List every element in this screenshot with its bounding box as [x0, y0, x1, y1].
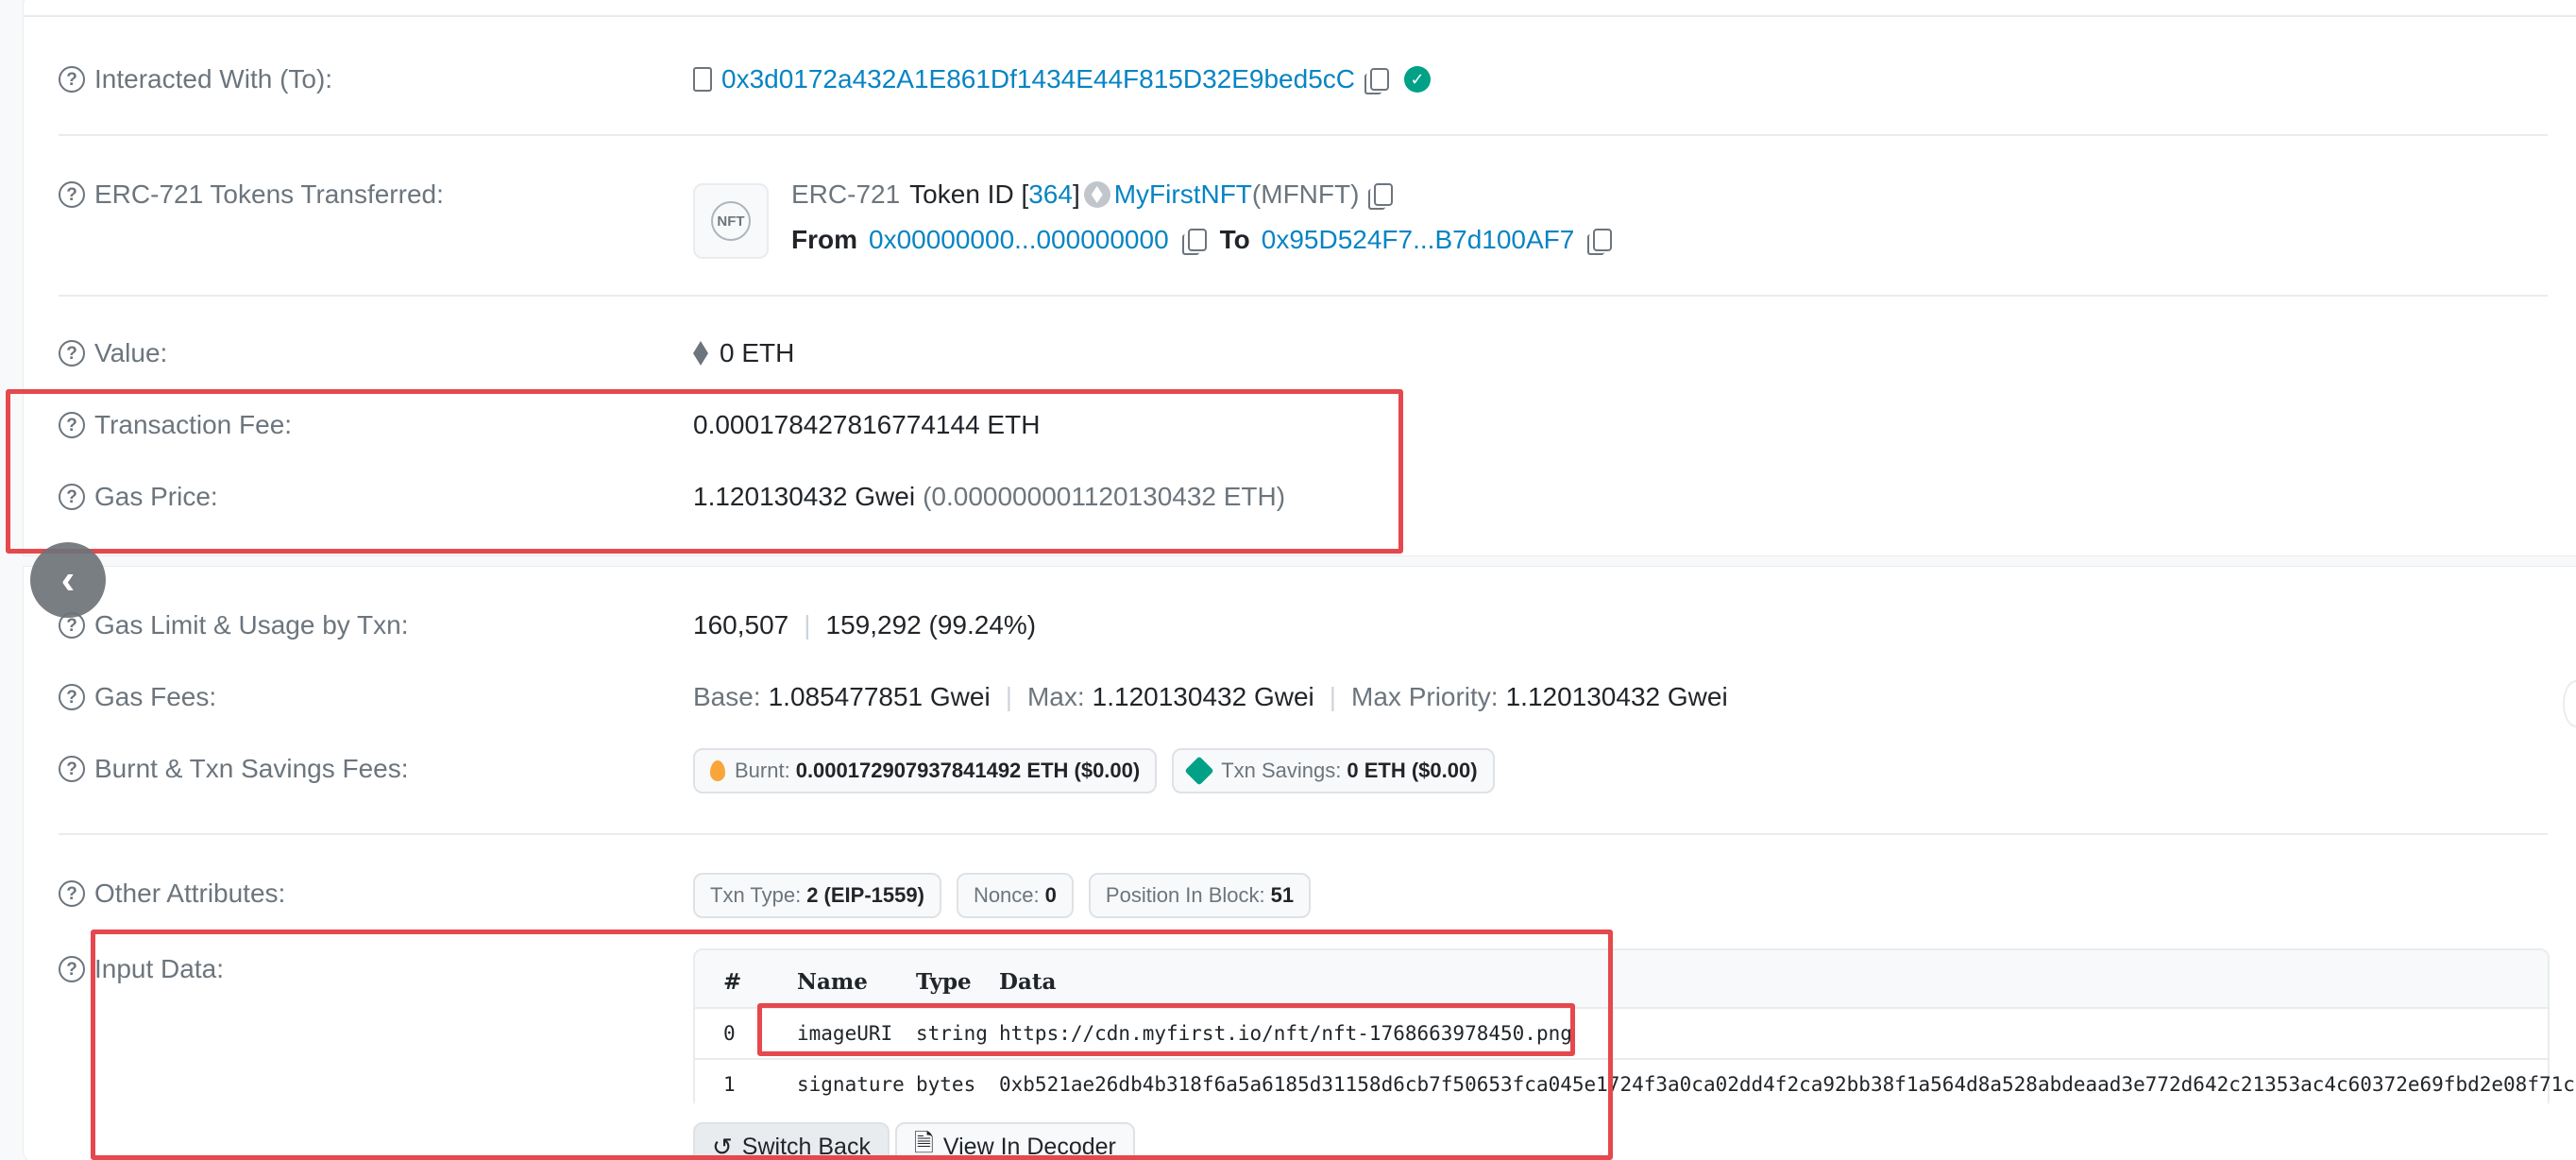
- contract-address-link[interactable]: 0x3d0172a432A1E861Df1434E44F815D32E9bed5…: [721, 64, 1355, 94]
- erc721-label: ERC-721 Tokens Transferred:: [94, 179, 444, 209]
- txn-type-pill: Txn Type: 2 (EIP-1559): [693, 873, 941, 918]
- highlight-box-fees: [6, 389, 1403, 554]
- section-separator: [23, 555, 2576, 567]
- value-amount: 0 ETH: [720, 338, 795, 367]
- erc721-token-line: ERC-721 Token ID [ 364 ] MyFirstNFT (MFN…: [791, 179, 1394, 210]
- max-fee-value: 1.120130432 Gwei: [1092, 682, 1314, 711]
- burnt-label-row: ? Burnt & Txn Savings Fees:: [59, 754, 409, 784]
- divider: [59, 295, 2548, 297]
- to-label: To: [1219, 225, 1250, 254]
- gas-fees-value: Base: 1.085477851 Gwei | Max: 1.12013043…: [693, 682, 1728, 712]
- position-pill: Position In Block: 51: [1088, 873, 1312, 918]
- question-circle-icon[interactable]: ?: [59, 181, 85, 208]
- gas-limit: 160,507: [693, 610, 789, 640]
- txn-type-label: Txn Type:: [710, 883, 802, 907]
- gas-limit-value: 160,507 | 159,292 (99.24%): [693, 610, 1036, 640]
- value-amount-row: 0 ETH: [693, 338, 794, 368]
- max-priority-label: Max Priority:: [1351, 682, 1499, 711]
- interacted-with-value: 0x3d0172a432A1E861Df1434E44F815D32E9bed5…: [693, 64, 1431, 94]
- other-attributes-label: Other Attributes:: [94, 879, 286, 908]
- back-chevron-button[interactable]: ‹: [30, 542, 106, 618]
- question-circle-icon[interactable]: ?: [59, 880, 85, 907]
- nft-placeholder-icon: NFT: [711, 201, 751, 241]
- nonce-label: Nonce:: [973, 883, 1040, 907]
- burnt-pill-value: 0.000172907937841492 ETH ($0.00): [795, 759, 1141, 782]
- question-circle-icon[interactable]: ?: [59, 684, 85, 710]
- interacted-with-label: Interacted With (To):: [94, 64, 333, 94]
- savings-pill: Txn Savings: 0 ETH ($0.00): [1172, 748, 1495, 793]
- savings-pill-value: 0 ETH ($0.00): [1347, 759, 1478, 782]
- savings-icon: [1184, 756, 1214, 786]
- token-id-suffix: ]: [1072, 179, 1080, 209]
- ethereum-icon: [693, 341, 708, 366]
- gas-fees-label-row: ? Gas Fees:: [59, 682, 216, 712]
- divider: [59, 833, 2548, 835]
- from-label: From: [791, 225, 857, 254]
- base-fee-value: 1.085477851 Gwei: [768, 682, 991, 711]
- position-label: Position In Block:: [1105, 883, 1265, 907]
- erc721-label-row: ? ERC-721 Tokens Transferred:: [59, 179, 444, 210]
- savings-pill-label: Txn Savings:: [1221, 759, 1342, 782]
- nonce-pill: Nonce: 0: [956, 873, 1074, 918]
- copy-icon[interactable]: [1364, 68, 1389, 94]
- token-symbol: (MFNFT): [1251, 179, 1360, 209]
- contract-document-icon: [693, 67, 712, 92]
- gas-usage: 159,292 (99.24%): [825, 610, 1037, 640]
- from-address-link[interactable]: 0x00000000...000000000: [869, 225, 1169, 255]
- separator: |: [1329, 682, 1337, 711]
- nft-thumbnail[interactable]: NFT: [693, 183, 769, 259]
- copy-icon[interactable]: [1587, 229, 1613, 255]
- token-name-link[interactable]: MyFirstNFT: [1114, 179, 1252, 210]
- burnt-pill-label: Burnt:: [735, 759, 790, 782]
- position-value: 51: [1270, 883, 1295, 907]
- gas-limit-label: Gas Limit & Usage by Txn:: [94, 610, 409, 640]
- base-fee-label: Base:: [693, 682, 761, 711]
- max-priority-value: 1.120130432 Gwei: [1505, 682, 1728, 711]
- copy-icon[interactable]: [1368, 183, 1394, 210]
- gas-limit-label-row: ? Gas Limit & Usage by Txn:: [59, 610, 409, 640]
- question-circle-icon[interactable]: ?: [59, 66, 85, 93]
- other-attributes-value: Txn Type: 2 (EIP-1559) Nonce: 0 Position…: [693, 873, 1326, 918]
- flame-icon: [710, 760, 725, 781]
- divider: [23, 15, 2576, 17]
- interacted-with-label-row: ? Interacted With (To):: [59, 64, 332, 94]
- token-logo-icon: [1083, 181, 1110, 208]
- question-circle-icon[interactable]: ?: [59, 756, 85, 782]
- divider: [59, 134, 2548, 136]
- highlight-box-image-uri: [757, 1003, 1575, 1056]
- question-circle-icon[interactable]: ?: [59, 340, 85, 367]
- other-attributes-label-row: ? Other Attributes:: [59, 879, 285, 909]
- token-standard: ERC-721: [791, 179, 901, 209]
- erc721-transfer-line: From 0x00000000...000000000 To 0x95D524F…: [791, 225, 1613, 255]
- burnt-label: Burnt & Txn Savings Fees:: [94, 754, 409, 783]
- to-address-link[interactable]: 0x95D524F7...B7d100AF7: [1262, 225, 1575, 255]
- burnt-value-row: Burnt: 0.000172907937841492 ETH ($0.00) …: [693, 748, 1510, 793]
- separator: |: [1005, 682, 1012, 711]
- burnt-pill: Burnt: 0.000172907937841492 ETH ($0.00): [693, 748, 1158, 793]
- txn-type-value: 2 (EIP-1559): [806, 883, 924, 907]
- question-circle-icon[interactable]: ?: [59, 956, 85, 982]
- chevron-left-icon: ‹: [60, 556, 76, 603]
- token-id-link[interactable]: 364: [1028, 179, 1073, 210]
- gas-fees-label: Gas Fees:: [94, 682, 217, 711]
- verified-check-icon: ✓: [1404, 66, 1431, 93]
- separator: |: [804, 610, 811, 640]
- copy-icon[interactable]: [1181, 229, 1207, 255]
- token-id-prefix: Token ID [: [909, 179, 1029, 209]
- value-label: Value:: [94, 338, 168, 367]
- max-fee-label: Max:: [1026, 682, 1085, 711]
- value-label-row: ? Value:: [59, 338, 167, 368]
- nonce-value: 0: [1044, 883, 1057, 907]
